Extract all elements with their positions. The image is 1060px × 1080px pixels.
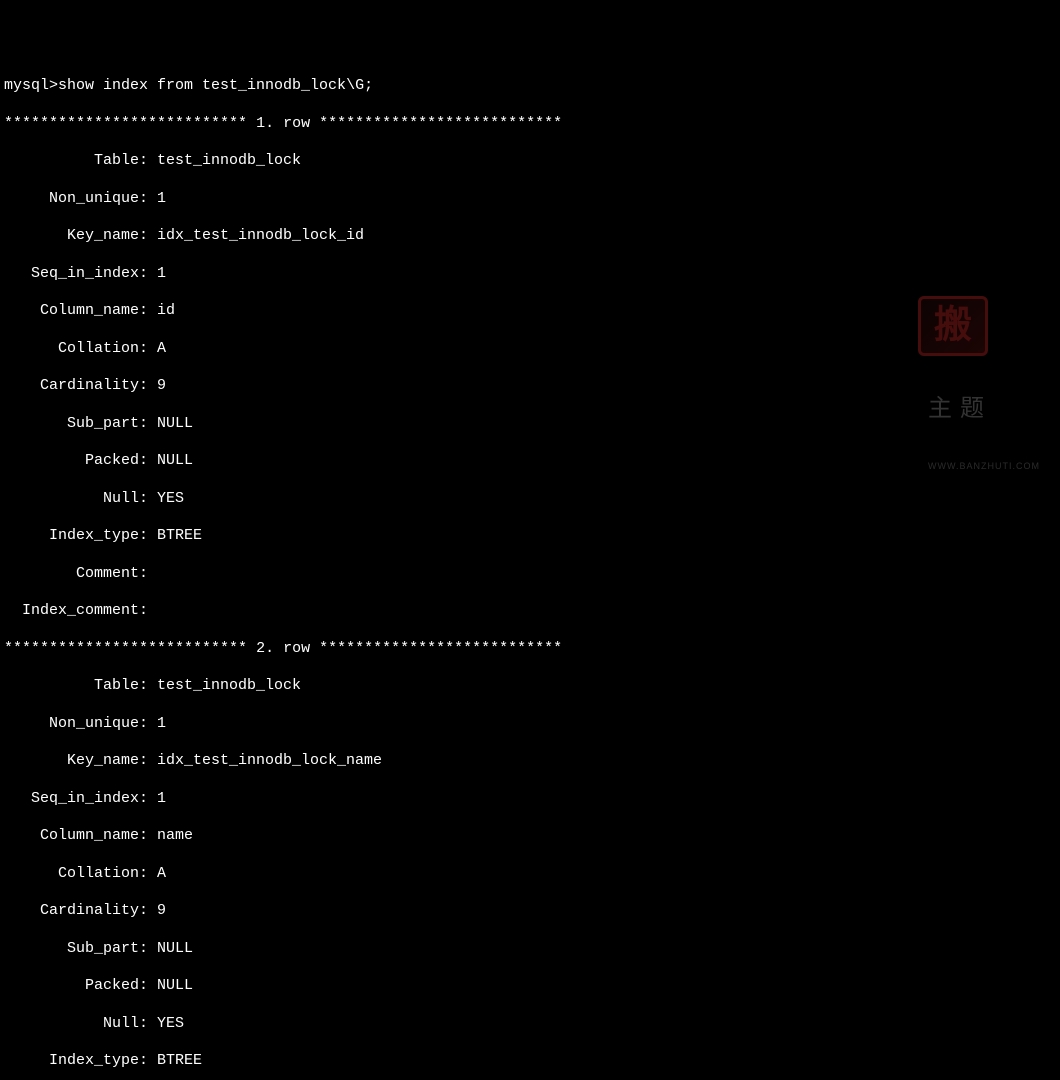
field-label: Null bbox=[4, 490, 139, 509]
field-row-collation: Collation: A bbox=[4, 340, 1056, 359]
mysql-prompt-line[interactable]: mysql> show index from test_innodb_lock\… bbox=[4, 77, 1056, 96]
field-label: Non_unique bbox=[4, 715, 139, 734]
field-label: Column_name bbox=[4, 827, 139, 846]
field-value: 9 bbox=[157, 377, 166, 396]
field-label: Key_name bbox=[4, 752, 139, 771]
field-value: A bbox=[157, 340, 166, 359]
field-row-sub-part: Sub_part: NULL bbox=[4, 940, 1056, 959]
field-value: 1 bbox=[157, 265, 166, 284]
field-row-index-comment: Index_comment: bbox=[4, 602, 1056, 621]
field-label: Seq_in_index bbox=[4, 790, 139, 809]
field-value: NULL bbox=[157, 977, 193, 996]
field-value: 9 bbox=[157, 902, 166, 921]
field-label: Non_unique bbox=[4, 190, 139, 209]
field-row-cardinality: Cardinality: 9 bbox=[4, 377, 1056, 396]
field-row-column-name: Column_name: name bbox=[4, 827, 1056, 846]
field-row-seq-in-index: Seq_in_index: 1 bbox=[4, 790, 1056, 809]
field-row-null: Null: YES bbox=[4, 490, 1056, 509]
field-row-sub-part: Sub_part: NULL bbox=[4, 415, 1056, 434]
field-row-packed: Packed: NULL bbox=[4, 977, 1056, 996]
field-row-packed: Packed: NULL bbox=[4, 452, 1056, 471]
field-label: Cardinality bbox=[4, 377, 139, 396]
field-value: NULL bbox=[157, 415, 193, 434]
field-row-null: Null: YES bbox=[4, 1015, 1056, 1034]
field-label: Sub_part bbox=[4, 415, 139, 434]
field-label: Null bbox=[4, 1015, 139, 1034]
field-row-cardinality: Cardinality: 9 bbox=[4, 902, 1056, 921]
field-label: Index_type bbox=[4, 527, 139, 546]
field-row-column-name: Column_name: id bbox=[4, 302, 1056, 321]
field-row-index-type: Index_type: BTREE bbox=[4, 527, 1056, 546]
field-label: Table bbox=[4, 152, 139, 171]
field-value: NULL bbox=[157, 940, 193, 959]
row-separator-2: *************************** 2. row *****… bbox=[4, 640, 1056, 659]
field-label: Column_name bbox=[4, 302, 139, 321]
field-value: idx_test_innodb_lock_id bbox=[157, 227, 364, 246]
row-separator-1: *************************** 1. row *****… bbox=[4, 115, 1056, 134]
field-label: Collation bbox=[4, 340, 139, 359]
field-row-non-unique: Non_unique: 1 bbox=[4, 715, 1056, 734]
field-value: BTREE bbox=[157, 527, 202, 546]
field-label: Table bbox=[4, 677, 139, 696]
field-value: YES bbox=[157, 1015, 184, 1034]
field-value: 1 bbox=[157, 715, 166, 734]
field-row-table: Table: test_innodb_lock bbox=[4, 152, 1056, 171]
field-label: Sub_part bbox=[4, 940, 139, 959]
field-label: Comment bbox=[4, 565, 139, 584]
field-label: Packed bbox=[4, 452, 139, 471]
field-row-collation: Collation: A bbox=[4, 865, 1056, 884]
field-value: id bbox=[157, 302, 175, 321]
field-label: Collation bbox=[4, 865, 139, 884]
field-row-non-unique: Non_unique: 1 bbox=[4, 190, 1056, 209]
field-row-key-name: Key_name: idx_test_innodb_lock_id bbox=[4, 227, 1056, 246]
field-value: YES bbox=[157, 490, 184, 509]
field-value: test_innodb_lock bbox=[157, 677, 301, 696]
field-row-comment: Comment: bbox=[4, 565, 1056, 584]
field-row-table: Table: test_innodb_lock bbox=[4, 677, 1056, 696]
field-value: BTREE bbox=[157, 1052, 202, 1071]
field-value: 1 bbox=[157, 790, 166, 809]
field-label: Index_type bbox=[4, 1052, 139, 1071]
field-label: Cardinality bbox=[4, 902, 139, 921]
field-value: test_innodb_lock bbox=[157, 152, 301, 171]
field-label: Packed bbox=[4, 977, 139, 996]
field-label: Key_name bbox=[4, 227, 139, 246]
field-value: 1 bbox=[157, 190, 166, 209]
field-value: idx_test_innodb_lock_name bbox=[157, 752, 382, 771]
sql-command: show index from test_innodb_lock\G; bbox=[58, 77, 373, 96]
field-label: Seq_in_index bbox=[4, 265, 139, 284]
field-row-seq-in-index: Seq_in_index: 1 bbox=[4, 265, 1056, 284]
field-row-index-type: Index_type: BTREE bbox=[4, 1052, 1056, 1071]
field-label: Index_comment bbox=[4, 602, 139, 621]
field-value: name bbox=[157, 827, 193, 846]
mysql-prompt: mysql> bbox=[4, 77, 58, 96]
field-row-key-name: Key_name: idx_test_innodb_lock_name bbox=[4, 752, 1056, 771]
field-value: NULL bbox=[157, 452, 193, 471]
field-value: A bbox=[157, 865, 166, 884]
